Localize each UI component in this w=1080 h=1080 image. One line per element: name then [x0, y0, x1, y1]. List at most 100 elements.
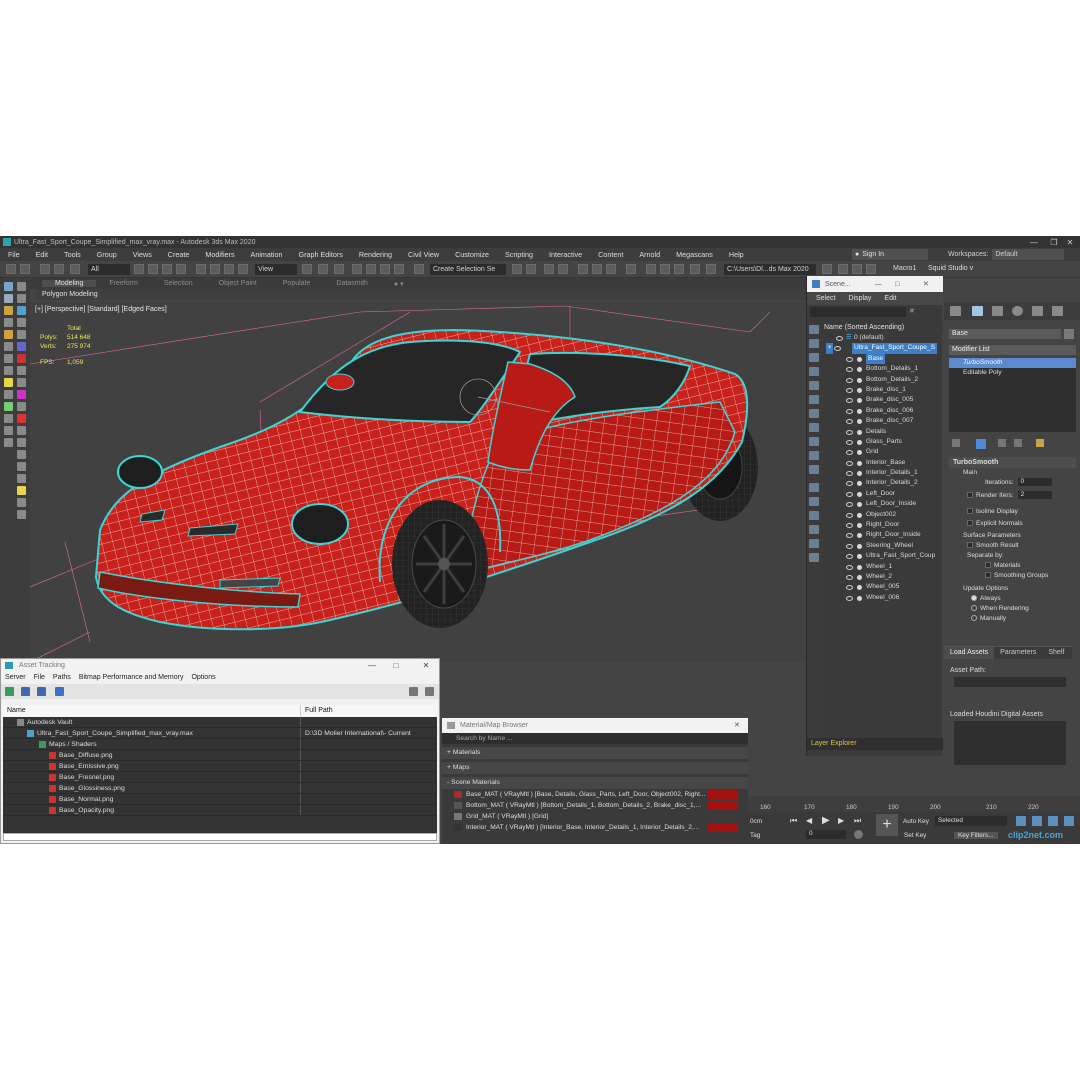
- visibility-eye-icon[interactable]: [836, 336, 843, 341]
- key-selection-select[interactable]: Selected: [935, 816, 1007, 826]
- visibility-eye-icon[interactable]: [846, 481, 853, 487]
- visibility-eye-icon[interactable]: [846, 512, 853, 518]
- display-hidden-icon[interactable]: [809, 525, 819, 534]
- material-editor-icon[interactable]: [626, 264, 636, 274]
- layer-explorer-footer[interactable]: Layer Explorer: [807, 738, 943, 750]
- scale-icon[interactable]: [224, 264, 234, 274]
- visibility-eye-icon[interactable]: [846, 564, 853, 570]
- rect-selection-icon[interactable]: [162, 264, 172, 274]
- loop-icon[interactable]: [17, 426, 26, 435]
- scene-item[interactable]: Wheel_2: [822, 572, 943, 582]
- menu-scripting[interactable]: Scripting: [497, 250, 541, 259]
- select-object-icon[interactable]: [134, 264, 144, 274]
- visibility-eye-icon[interactable]: [846, 491, 853, 497]
- minimize-icon[interactable]: —: [1024, 236, 1044, 248]
- scene-minimize-icon[interactable]: —: [875, 281, 882, 288]
- asset-row[interactable]: Base_Fresnel.png: [3, 772, 437, 783]
- select-by-name-icon[interactable]: [148, 264, 158, 274]
- rendered-frame-icon[interactable]: [660, 264, 670, 274]
- freeze-icon[interactable]: [857, 471, 862, 477]
- asset-menu-bitmap[interactable]: Bitmap Performance and Memory: [79, 672, 184, 684]
- table-view-icon[interactable]: [55, 687, 64, 696]
- freeze-icon[interactable]: [857, 554, 862, 560]
- scene-menu-select[interactable]: Select: [816, 295, 835, 302]
- turbosmooth-rollout-title[interactable]: TurboSmooth: [949, 457, 1076, 468]
- hierarchy-icon[interactable]: [17, 294, 26, 303]
- keyboard-shortcut-icon[interactable]: [334, 264, 344, 274]
- freeze-icon[interactable]: [857, 533, 862, 539]
- smoothing-groups-checkbox[interactable]: [985, 572, 991, 579]
- visibility-eye-icon[interactable]: [834, 346, 841, 352]
- object-name-field[interactable]: Base: [949, 329, 1061, 339]
- visibility-eye-icon[interactable]: [846, 367, 853, 373]
- auto-key-button[interactable]: Auto Key: [903, 818, 929, 825]
- scene-close-icon[interactable]: ✕: [923, 280, 929, 288]
- frame-field[interactable]: 0cm: [750, 818, 762, 825]
- asset-menu-server[interactable]: Server: [5, 672, 26, 684]
- scene-item[interactable]: Wheel_005: [822, 582, 943, 592]
- layers-icon[interactable]: [17, 402, 26, 411]
- menu-views[interactable]: Views: [125, 250, 160, 259]
- menu-help[interactable]: Help: [721, 250, 752, 259]
- scene-item[interactable]: Bottom_Details_2: [822, 375, 943, 385]
- scene-menu-edit[interactable]: Edit: [884, 295, 896, 302]
- menu-group[interactable]: Group: [89, 250, 125, 259]
- utilities-tab-icon[interactable]: [1052, 306, 1063, 316]
- visibility-eye-icon[interactable]: [846, 439, 853, 445]
- visibility-eye-icon[interactable]: [846, 585, 853, 591]
- ribbon-tab-object-paint[interactable]: Object Paint: [206, 280, 270, 287]
- scene-item[interactable]: Ultra_Fast_Sport_Coup: [822, 551, 943, 561]
- cone-icon[interactable]: [4, 378, 13, 387]
- display-xrefs-icon[interactable]: [809, 465, 819, 474]
- orbit-view-icon[interactable]: [1064, 816, 1074, 826]
- box-icon[interactable]: [4, 354, 13, 363]
- reference-coord-select[interactable]: View: [255, 264, 297, 275]
- link-icon[interactable]: [40, 264, 50, 274]
- render-production-icon[interactable]: [674, 264, 684, 274]
- modify-tab-icon[interactable]: [972, 306, 983, 316]
- freeze-icon[interactable]: [857, 491, 862, 497]
- menu-rendering[interactable]: Rendering: [351, 250, 400, 259]
- configure-sets-icon[interactable]: [1036, 439, 1044, 447]
- set-key-button[interactable]: Set Key: [904, 832, 926, 839]
- visibility-eye-icon[interactable]: [846, 398, 853, 404]
- scene-item[interactable]: Wheel_006: [822, 593, 943, 603]
- ribbon-options-icon[interactable]: ● ▾: [381, 280, 417, 288]
- sign-in-button[interactable]: ● Sign In: [852, 249, 928, 260]
- toggle-ribbon-icon[interactable]: [578, 264, 588, 274]
- scene-item[interactable]: Grid: [822, 447, 943, 457]
- create-icon[interactable]: [4, 282, 13, 291]
- next-frame-icon[interactable]: ▶: [838, 816, 844, 825]
- field-of-view-icon[interactable]: [17, 474, 26, 483]
- scene-item[interactable]: Object002: [822, 510, 943, 520]
- menu-customize[interactable]: Customize: [447, 250, 497, 259]
- freeze-icon[interactable]: [857, 460, 862, 466]
- zoom-extents-icon[interactable]: [1016, 816, 1026, 826]
- freeze-icon[interactable]: [857, 439, 862, 445]
- scene-item[interactable]: Details: [822, 427, 943, 437]
- menu-arnold[interactable]: Arnold: [631, 250, 668, 259]
- asset-row[interactable]: Base_Glossiness.png: [3, 783, 437, 794]
- visibility-eye-icon[interactable]: [846, 533, 853, 539]
- asset-minimize-icon[interactable]: —: [365, 659, 379, 672]
- maximize-viewport-icon[interactable]: [17, 498, 26, 507]
- asset-row[interactable]: Base_Opacity.png: [3, 805, 437, 816]
- materials-section[interactable]: + Materials: [442, 747, 748, 759]
- display-link-icon[interactable]: [809, 553, 819, 562]
- render-iters-checkbox[interactable]: [967, 492, 973, 499]
- asset-maximize-icon[interactable]: □: [389, 659, 403, 672]
- a360-icon[interactable]: [706, 264, 716, 274]
- scene-item[interactable]: Interior_Details_2: [822, 478, 943, 488]
- material-row[interactable]: Interior_MAT ( VRayMtl ) [Interior_Base,…: [442, 822, 748, 833]
- selection-set-input[interactable]: Create Selection Se: [430, 264, 506, 275]
- ribbon-tab-populate[interactable]: Populate: [270, 280, 324, 287]
- tab-shelf[interactable]: Shelf: [1042, 647, 1070, 659]
- toggle-layer-explorer-icon[interactable]: [558, 264, 568, 274]
- render-iterative-icon[interactable]: [690, 264, 700, 274]
- freeze-icon[interactable]: [857, 585, 862, 591]
- menu-megascans[interactable]: Megascans: [668, 250, 721, 259]
- display-groups-icon[interactable]: [809, 451, 819, 460]
- scene-item[interactable]: Interior_Base: [822, 458, 943, 468]
- modify-icon[interactable]: [17, 282, 26, 291]
- freeze-icon[interactable]: [857, 481, 862, 487]
